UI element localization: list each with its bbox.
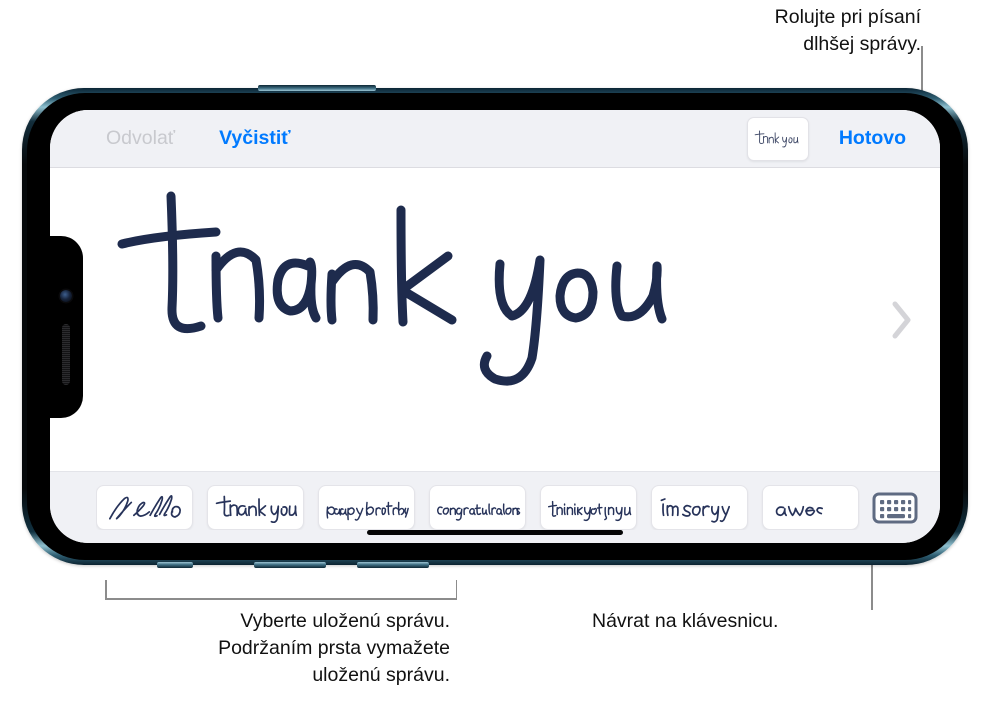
device-top-button[interactable] [258,85,376,91]
home-indicator[interactable] [367,530,623,535]
saved-message-card[interactable] [762,485,859,530]
saved-message-card[interactable] [318,485,415,530]
handwriting-canvas[interactable] [50,168,940,471]
handwriting-ink-strokes [117,191,667,386]
device-side-button-volume-down[interactable] [357,562,429,568]
handwriting-toolbar: Odvolať Vyčistiť Hotovo [50,110,940,168]
handwriting-hello-icon [108,494,181,520]
device-notch [50,235,83,418]
front-camera-icon [60,289,72,302]
handwriting-happy-birthday-icon [325,501,409,521]
earpiece-speaker-icon [62,323,70,385]
handwriting-thank-you-icon [215,495,297,523]
leader-bracket-right-tick [455,580,457,599]
device-side-button-volume-up[interactable] [254,562,326,568]
undo-button[interactable]: Odvolať [100,123,181,154]
done-button[interactable]: Hotovo [833,123,912,154]
scroll-right-chevron-icon[interactable] [888,299,914,341]
saved-message-card[interactable] [651,485,748,530]
iphone-device: Odvolať Vyčistiť Hotovo [22,85,968,568]
leader-bracket-left-tick [105,580,107,599]
device-screen: Odvolať Vyčistiť Hotovo [50,110,940,543]
message-thumbnail-button[interactable] [746,116,809,161]
clear-button[interactable]: Vyčistiť [213,123,297,154]
saved-messages-list [96,485,860,530]
device-side-button-mute[interactable] [157,562,193,568]
leader-bracket-suggestions [105,598,457,600]
callout-scroll-text: Rolujte pri písaní dlhšej správy. [774,6,921,55]
handwritten-message [94,178,714,393]
annotated-screenshot: Rolujte pri písaní dlhšej správy. Vybert… [0,0,990,710]
show-keyboard-button[interactable] [872,491,918,525]
thumbnail-handwriting-icon [754,129,799,147]
handwriting-thinking-of-you-icon [547,500,631,521]
keyboard-icon [872,492,918,523]
handwriting-im-sorry-icon [660,497,730,523]
saved-message-card[interactable] [540,485,637,530]
callout-saved-message-text: Vyberte uloženú správu. Podržaním prsta … [218,610,450,686]
saved-message-card[interactable] [207,485,304,530]
handwriting-awesome-icon [775,505,823,516]
saved-message-card[interactable] [96,485,193,530]
saved-message-card[interactable] [429,485,526,530]
callout-return-keyboard-text: Návrat na klávesnicu. [592,610,779,632]
handwriting-congratulations-icon [436,502,520,521]
